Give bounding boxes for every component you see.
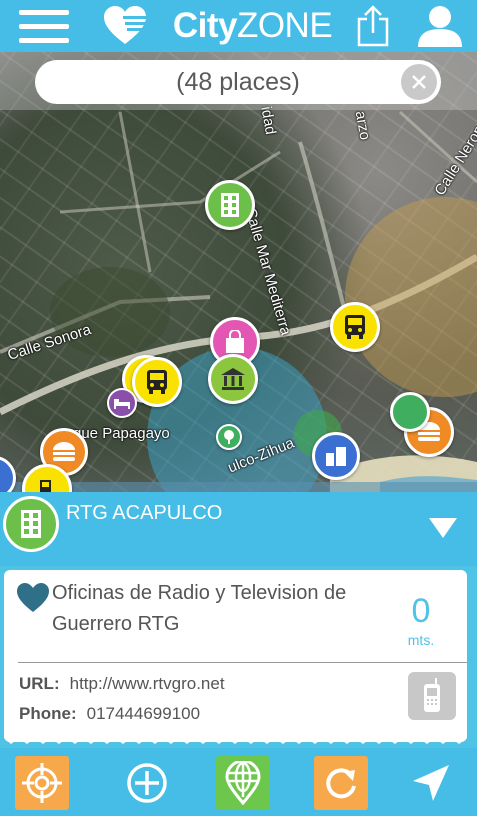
shopping-bag-icon (226, 330, 244, 353)
map-pin-office-blue[interactable] (312, 432, 360, 480)
app-logo: City ZONE (165, 0, 340, 52)
navigate-button[interactable] (404, 756, 458, 810)
navigation-arrow-icon (413, 765, 449, 801)
museum-icon (221, 368, 245, 390)
card-divider (18, 662, 467, 663)
selected-place-bar[interactable]: RTG ACAPULCO (0, 492, 477, 566)
share-button[interactable] (350, 0, 396, 52)
office-building-icon (326, 447, 346, 466)
selected-place-title: RTG ACAPULCO (66, 502, 223, 524)
phone-label: Phone: (19, 704, 77, 723)
menu-button[interactable] (14, 0, 74, 52)
phone-number[interactable]: 017444699100 (87, 704, 200, 723)
map-pin-green-right[interactable] (390, 392, 430, 432)
locate-target-icon (22, 763, 62, 803)
place-full-name: Oficinas de Radio y Television de Guerre… (52, 582, 347, 635)
user-button[interactable] (410, 0, 470, 52)
bottom-toolbar (0, 748, 477, 816)
user-icon (418, 6, 462, 47)
place-category-badge (3, 496, 59, 552)
search-field[interactable]: (48 places) (35, 60, 441, 104)
app-header: City ZONE (0, 0, 477, 52)
collapse-details-button[interactable] (418, 508, 468, 548)
refresh-icon (326, 768, 356, 799)
triangle-down-icon (429, 518, 457, 538)
distance-unit: mts. (407, 632, 435, 648)
url-row: URL: http://www.rtvgro.net (19, 674, 225, 694)
distance-value: 0 (411, 592, 431, 630)
building-icon (21, 510, 41, 538)
map-view[interactable]: Calle Sonora Calle Mar Mediterra Calle N… (0, 52, 477, 492)
favorite-heart-icon[interactable] (16, 582, 50, 614)
burger-icon (53, 442, 75, 461)
refresh-button[interactable] (314, 756, 368, 810)
menu-icon (19, 10, 69, 43)
phone-row: Phone: 017444699100 (19, 704, 200, 724)
logo-zone: ZONE (236, 6, 333, 45)
locate-button[interactable] (15, 756, 69, 810)
add-icon (127, 763, 167, 803)
map-pin-hotel[interactable] (107, 388, 137, 418)
call-button[interactable] (408, 672, 456, 720)
search-strip: (48 places) (0, 52, 477, 110)
close-icon (412, 75, 426, 89)
fuel-icon (40, 480, 51, 492)
map-pin-museum[interactable] (208, 354, 258, 404)
bus-icon (147, 370, 167, 394)
url-label: URL: (19, 674, 60, 693)
world-view-button[interactable] (216, 756, 270, 810)
map-pin-park[interactable] (216, 424, 242, 450)
place-detail-card: Oficinas de Radio y Television de Guerre… (4, 570, 467, 742)
heart-list-icon (104, 6, 147, 44)
map-pin-bus-east[interactable] (330, 302, 380, 352)
bus-icon (345, 315, 365, 339)
url-link[interactable]: http://www.rtvgro.net (70, 674, 225, 693)
globe-pin-icon (225, 761, 261, 805)
logo-city: City (172, 6, 238, 45)
places-count: (48 places) (176, 67, 300, 96)
card-zigzag-edge (4, 734, 467, 744)
bed-icon (114, 399, 130, 409)
clear-search-button[interactable] (401, 64, 437, 100)
building-icon (221, 193, 239, 217)
map-pin-bus-west[interactable] (132, 357, 182, 407)
share-icon (357, 5, 389, 47)
favorites-button[interactable] (98, 0, 154, 52)
mobile-phone-icon (424, 678, 440, 712)
add-place-button[interactable] (120, 756, 174, 810)
map-pin-building[interactable] (205, 180, 255, 230)
tree-icon (224, 430, 234, 444)
